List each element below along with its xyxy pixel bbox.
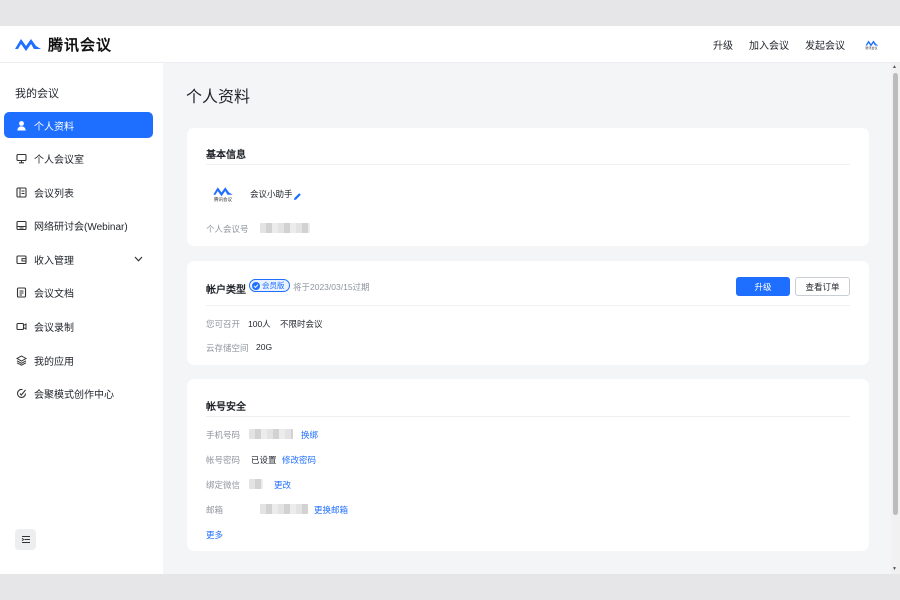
sidebar-item-label: 会议列表 <box>34 188 74 200</box>
nickname: 会议小助手 <box>250 189 293 199</box>
phone-label: 手机号码 <box>206 430 241 440</box>
document-icon <box>16 287 27 299</box>
basic-info-card: 基本信息 腾讯会议 会议小助手 个人会议号 <box>187 128 869 246</box>
member-badge: 会员版 <box>249 279 290 292</box>
brand[interactable]: 腾讯会议 <box>14 34 112 55</box>
phone-value-redacted <box>249 429 293 439</box>
chevron-down-icon[interactable] <box>134 254 143 265</box>
sidebar-item-label: 会议文档 <box>34 289 74 301</box>
change-password-link[interactable]: 修改密码 <box>282 454 316 466</box>
screen-bottom-strip <box>0 574 900 600</box>
profile-avatar[interactable]: 腾讯会议 <box>208 179 238 209</box>
sidebar-collapse-button[interactable] <box>15 529 36 550</box>
sidebar-nav: 个人资料 个人会议室 会议列表 网络研讨会(Webinar) 收入管理 会议文档… <box>4 112 153 414</box>
upgrade-button[interactable]: 升级 <box>736 277 790 296</box>
meeting-id-label: 个人会议号 <box>206 224 249 234</box>
tencent-meeting-logo-icon <box>15 39 41 51</box>
sidebar-item-recordings[interactable]: 会议录制 <box>4 314 153 340</box>
security-divider <box>206 416 850 417</box>
email-label: 邮箱 <box>206 505 224 515</box>
meeting-id-value-redacted <box>260 223 310 233</box>
profile-avatar-text: 腾讯会议 <box>214 197 232 202</box>
capacity-value: 100人 <box>248 319 271 329</box>
sidebar-item-income[interactable]: 收入管理 <box>4 246 153 272</box>
recording-icon <box>16 321 27 332</box>
webinar-icon <box>16 220 27 231</box>
account-type-card: 帐户类型 会员版 将于2023/03/15过期 升级 查看订单 您可召开 100… <box>187 261 869 365</box>
sidebar-item-profile[interactable]: 个人资料 <box>4 112 153 138</box>
sidebar-item-label: 个人资料 <box>34 121 74 133</box>
sidebar-title: 我的会议 <box>15 88 59 100</box>
sidebar-item-label: 会聚模式创作中心 <box>34 390 114 402</box>
view-orders-button[interactable]: 查看订单 <box>795 277 850 296</box>
scrollbar-thumb[interactable] <box>893 73 898 515</box>
user-icon <box>16 120 27 131</box>
member-check-icon <box>252 281 260 290</box>
header-start-meeting-link[interactable]: 发起会议 <box>805 37 845 52</box>
wallet-icon <box>16 254 27 265</box>
sidebar-item-label: 我的应用 <box>34 356 74 368</box>
wechat-label: 绑定微信 <box>206 480 241 490</box>
duration-value: 不限时会议 <box>280 319 323 329</box>
password-label: 帐号密码 <box>206 455 241 465</box>
monitor-icon <box>16 153 27 164</box>
app-window: 腾讯会议 升级 加入会议 发起会议 腾讯会议 我的会议 个人资料 个人会议室 会… <box>0 26 900 574</box>
sidebar-item-label: 会议录制 <box>34 323 74 335</box>
header-upgrade-link[interactable]: 升级 <box>713 37 733 52</box>
wechat-value-redacted <box>249 479 263 489</box>
account-type-title: 帐户类型 <box>206 285 246 296</box>
storage-label: 云存储空间 <box>206 343 249 353</box>
capacity-label: 您可召开 <box>206 319 241 329</box>
sidebar-item-label: 网络研讨会(Webinar) <box>34 222 128 234</box>
sidebar-item-label: 个人会议室 <box>34 155 84 167</box>
sidebar: 我的会议 个人资料 个人会议室 会议列表 网络研讨会(Webinar) 收入管理… <box>0 63 163 574</box>
edit-nickname-icon[interactable] <box>293 188 302 206</box>
storage-value: 20G <box>256 342 273 352</box>
sidebar-item-meeting-list[interactable]: 会议列表 <box>4 179 153 205</box>
header-join-meeting-link[interactable]: 加入会议 <box>749 37 789 52</box>
sidebar-item-creation-center[interactable]: 会聚模式创作中心 <box>4 381 153 407</box>
membership-expiry: 将于2023/03/15过期 <box>293 282 370 292</box>
apps-icon <box>16 355 27 366</box>
sidebar-item-label: 收入管理 <box>34 255 74 267</box>
avatar-text: 腾讯会议 <box>865 45 878 50</box>
menu-collapse-icon <box>21 535 30 544</box>
account-divider <box>206 305 850 306</box>
sidebar-item-documents[interactable]: 会议文档 <box>4 280 153 306</box>
member-badge-label: 会员版 <box>262 281 285 290</box>
brand-name: 腾讯会议 <box>48 36 113 54</box>
change-email-link[interactable]: 更换邮箱 <box>314 504 348 516</box>
more-link[interactable]: 更多 <box>206 529 223 541</box>
main-content: 个人资料 基本信息 腾讯会议 会议小助手 个人会议号 帐户类型 会员版 将于20… <box>163 63 891 574</box>
security-title: 帐号安全 <box>206 402 246 413</box>
user-avatar[interactable]: 腾讯会议 <box>863 36 880 53</box>
scroll-down-icon[interactable]: ▼ <box>892 566 897 572</box>
list-icon <box>16 187 27 198</box>
creation-icon <box>16 388 27 399</box>
password-status: 已设置 <box>251 455 277 465</box>
screen-top-strip <box>0 0 900 26</box>
scrollbar[interactable]: ▲ ▼ <box>891 63 900 574</box>
change-wechat-link[interactable]: 更改 <box>274 479 291 491</box>
scroll-up-icon[interactable]: ▲ <box>892 64 897 70</box>
email-value-redacted <box>260 504 308 514</box>
page-title: 个人资料 <box>186 89 251 106</box>
profile-avatar-logo-icon <box>213 187 233 197</box>
sidebar-item-webinar[interactable]: 网络研讨会(Webinar) <box>4 213 153 239</box>
basic-info-divider <box>206 164 850 165</box>
account-security-card: 帐号安全 手机号码 换绑 帐号密码 已设置 修改密码 绑定微信 更改 邮箱 更换… <box>187 379 869 551</box>
basic-info-title: 基本信息 <box>206 150 246 161</box>
top-header: 腾讯会议 升级 加入会议 发起会议 腾讯会议 <box>0 26 900 63</box>
sidebar-item-personal-room[interactable]: 个人会议室 <box>4 146 153 172</box>
rebind-phone-link[interactable]: 换绑 <box>301 429 318 441</box>
sidebar-item-my-apps[interactable]: 我的应用 <box>4 347 153 373</box>
header-actions: 升级 加入会议 发起会议 腾讯会议 <box>713 36 900 53</box>
